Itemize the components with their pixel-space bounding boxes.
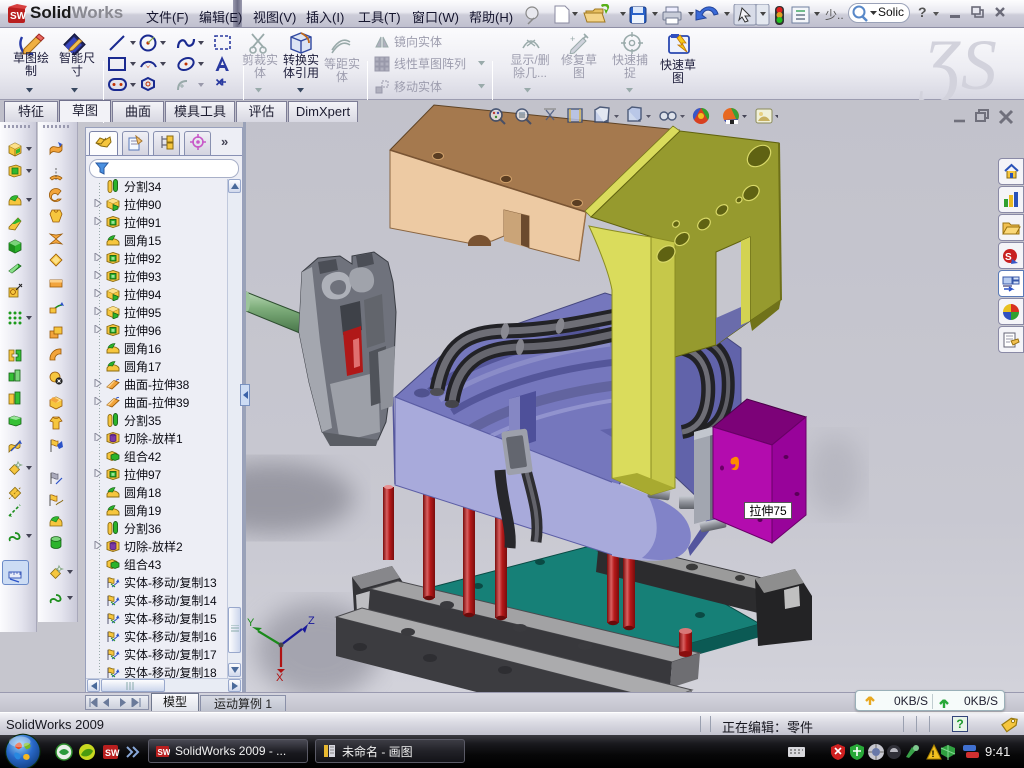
svg-text:少..: 少.. [825,8,844,22]
svg-text:+: + [570,34,575,44]
svg-text:SW: SW [158,748,171,757]
svg-text:Z: Z [308,615,315,627]
svg-text:Y: Y [247,617,255,629]
svg-text:!: ! [932,749,935,759]
svg-text:X: X [276,672,284,684]
svg-text:SW: SW [105,748,120,758]
svg-text:SW: SW [10,11,27,22]
svg-text:S: S [1005,252,1012,263]
